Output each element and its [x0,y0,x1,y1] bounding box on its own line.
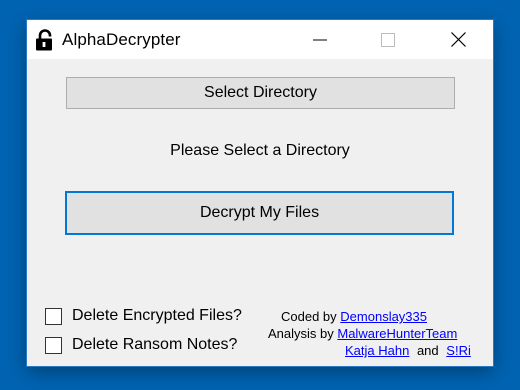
analysis-by-label: Analysis by [268,326,334,341]
delete-notes-option[interactable]: Delete Ransom Notes? [45,336,237,354]
window-title: AlphaDecrypter [62,30,181,49]
status-text: Please Select a Directory [170,142,350,159]
minimize-icon [313,39,327,40]
coded-by-label: Coded by [281,309,337,324]
decrypt-label: Decrypt My Files [199,204,320,221]
select-directory-button[interactable]: Select Directory [66,77,455,109]
delete-notes-label: Delete Ransom Notes? [72,336,238,353]
analyst1-link[interactable]: MalwareHunterTeam [337,326,457,341]
minimize-button[interactable] [297,20,343,59]
title-bar[interactable]: AlphaDecrypter [27,20,493,59]
close-button[interactable] [435,20,481,59]
delete-notes-checkbox[interactable] [45,336,62,354]
coder-link[interactable]: Demonslay335 [340,309,427,324]
decrypt-button[interactable]: Decrypt My Files [65,191,454,235]
and-label: and [416,343,439,358]
maximize-icon [381,32,395,47]
close-icon [450,32,466,47]
maximize-button [365,20,411,59]
app-window: AlphaDecrypter Select Directory Please S… [27,20,493,366]
analysts-line: Katja Hahn and S!Ri [345,343,471,358]
analyst3-link[interactable]: S!Ri [446,343,471,358]
unlocked-padlock-icon [36,29,52,51]
analyst2-link[interactable]: Katja Hahn [345,343,409,358]
delete-encrypted-label: Delete Encrypted Files? [72,307,242,324]
analysis-by-line: Analysis by MalwareHunterTeam [268,326,457,341]
select-directory-label: Select Directory [204,84,317,101]
coded-by-line: Coded by Demonslay335 [281,309,427,324]
delete-encrypted-checkbox[interactable] [45,307,62,325]
delete-encrypted-option[interactable]: Delete Encrypted Files? [45,307,242,325]
